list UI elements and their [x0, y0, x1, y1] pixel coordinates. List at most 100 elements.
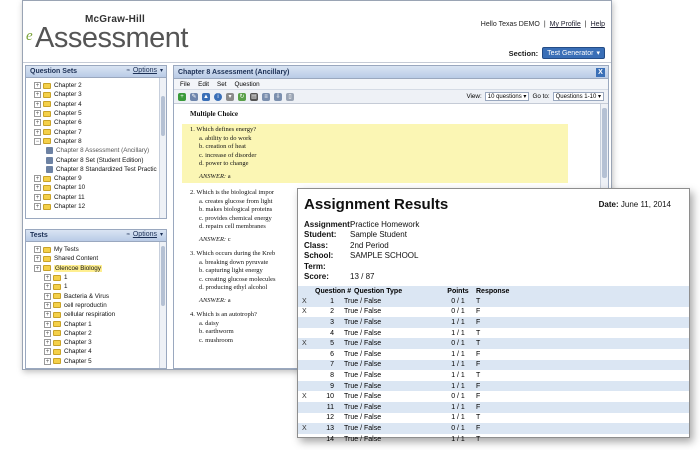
question-item[interactable]: 1. Which defines energy? a. ability to do… — [182, 124, 568, 183]
tree-item[interactable]: + Chapter 9 — [28, 174, 166, 183]
close-button[interactable]: X — [596, 68, 605, 77]
expand-icon[interactable]: + — [34, 175, 41, 183]
expand-icon[interactable]: + — [44, 301, 51, 309]
my-profile-link[interactable]: My Profile — [550, 21, 581, 28]
edit-icon[interactable]: ✎ — [190, 92, 198, 101]
question-number: 11 — [326, 403, 334, 411]
expand-icon[interactable]: + — [34, 82, 41, 90]
tree-item[interactable]: − Chapter 8 — [28, 137, 166, 146]
tree-item[interactable]: + Chapter 2 — [28, 329, 166, 338]
add-icon[interactable]: + — [178, 92, 186, 101]
view-label: View: — [466, 93, 482, 100]
expand-icon[interactable]: + — [44, 357, 51, 365]
expand-icon[interactable]: + — [44, 320, 51, 328]
tree-item[interactable]: + Chapter 12 — [28, 202, 166, 211]
tree-item[interactable]: + cell reproductin — [28, 301, 166, 310]
tree-item[interactable]: +1 — [28, 273, 166, 282]
refresh-icon[interactable]: ↻ — [238, 92, 246, 101]
expand-icon[interactable]: + — [34, 128, 41, 136]
user-greeting: Hello Texas DEMO — [480, 21, 540, 28]
tree-item[interactable]: Chapter 8 Set (Student Edition) — [28, 155, 166, 164]
expand-icon[interactable]: + — [44, 292, 51, 300]
chevron-down-icon[interactable]: ▾ — [160, 231, 163, 238]
expand-icon[interactable]: + — [44, 274, 51, 282]
tree-item[interactable]: + Chapter 11 — [28, 193, 166, 202]
expand-icon[interactable]: + — [34, 184, 41, 192]
goto-label: Go to: — [532, 93, 550, 100]
view-value: 10 questions — [487, 94, 522, 100]
tree-item[interactable]: + Chapter 4 — [28, 100, 166, 109]
menu-question[interactable]: Question — [234, 81, 259, 88]
table-row: X 5 True / False 0 / 1 T — [298, 338, 689, 349]
expand-icon[interactable]: + — [34, 264, 41, 272]
list-icon[interactable]: ≡ — [262, 92, 270, 101]
expand-icon[interactable]: + — [34, 203, 41, 210]
help-link[interactable]: Help — [591, 21, 605, 28]
export-icon[interactable]: ⇩ — [274, 92, 282, 101]
question-sets-tree: + Chapter 2 + Chapter 3 + Chapter 4 + Chapter 5… — [26, 78, 166, 211]
print-icon[interactable]: ▤ — [250, 92, 258, 101]
tests-options-link[interactable]: Options — [133, 231, 157, 238]
tree-item[interactable]: +1 — [28, 282, 166, 291]
info-icon[interactable]: i — [214, 92, 222, 101]
tree-item[interactable]: + Chapter 2 — [28, 81, 166, 90]
document-icon[interactable]: ▯ — [286, 92, 294, 101]
table-row: X 13 True / False 0 / 1 F — [298, 423, 689, 434]
dropdown-icon[interactable]: ▾ — [226, 92, 234, 101]
tree-item[interactable]: + Chapter 5 — [28, 109, 166, 118]
tree-item[interactable]: + Chapter 6 — [28, 118, 166, 127]
expand-icon[interactable]: + — [44, 283, 51, 291]
expand-icon[interactable]: + — [34, 193, 41, 201]
expand-icon[interactable]: + — [44, 329, 51, 337]
tree-item[interactable]: + Chapter 1 — [28, 319, 166, 328]
tree-item[interactable]: + Chapter 3 — [28, 338, 166, 347]
tree-item[interactable]: Chapter 8 Standardized Test Practic — [28, 165, 166, 174]
collapse-icon[interactable]: − — [34, 137, 41, 145]
response: T — [476, 414, 481, 422]
expand-icon[interactable]: + — [44, 311, 51, 319]
tree-item[interactable]: + Chapter 10 — [28, 183, 166, 192]
scrollbar-thumb[interactable] — [161, 246, 165, 306]
tree-item[interactable]: + Glencoe Biology — [28, 264, 166, 273]
menu-file[interactable]: File — [180, 81, 190, 88]
expand-icon[interactable]: + — [34, 119, 41, 127]
expand-icon[interactable]: + — [44, 348, 51, 356]
tree-item[interactable]: + Chapter 3 — [28, 90, 166, 99]
goto-select[interactable]: Questions 1-10 ▾ — [552, 92, 604, 101]
expand-icon[interactable]: + — [34, 110, 41, 118]
tree-item[interactable]: + My Tests — [28, 245, 166, 254]
menu-set[interactable]: Set — [217, 81, 226, 88]
response: F — [476, 318, 481, 326]
collapse-icon[interactable]: ≈ — [127, 68, 130, 74]
section-dropdown[interactable]: Test Generator ▾ — [542, 47, 605, 59]
collapse-icon[interactable]: ≈ — [127, 232, 130, 238]
question-number: 1 — [330, 297, 334, 305]
expand-icon[interactable]: + — [44, 339, 51, 347]
tree-item[interactable]: Chapter 8 Assessment (Ancillary) — [28, 146, 166, 155]
tree-item[interactable]: + Chapter 7 — [28, 127, 166, 136]
expand-icon[interactable]: + — [34, 91, 41, 99]
tree-item[interactable]: + cellular respiration — [28, 310, 166, 319]
up-icon[interactable]: ▲ — [202, 92, 210, 101]
expand-icon[interactable]: + — [34, 246, 41, 254]
tree-item[interactable]: + Chapter 5 — [28, 357, 166, 366]
scrollbar-thumb[interactable] — [161, 96, 165, 136]
tree-item[interactable]: + Shared Content — [28, 254, 166, 263]
question-sets-options-link[interactable]: Options — [133, 67, 157, 74]
expand-icon[interactable]: + — [34, 100, 41, 108]
tree-item-label: Chapter 8 Set (Student Edition) — [56, 156, 144, 164]
question-type: True / False — [344, 329, 382, 337]
section-heading: Multiple Choice — [190, 110, 239, 118]
tests-tree: + My Tests + Shared Content + Glencoe Biology… — [26, 242, 166, 366]
meta-value: Practice Homework — [350, 220, 420, 229]
chevron-down-icon[interactable]: ▾ — [160, 67, 163, 74]
tree-item[interactable]: + Bacteria & Virus — [28, 291, 166, 300]
tests-scrollbar[interactable] — [159, 242, 166, 368]
expand-icon[interactable]: + — [34, 255, 41, 263]
menu-edit[interactable]: Edit — [198, 81, 209, 88]
question-sets-scrollbar[interactable] — [159, 78, 166, 218]
tree-item[interactable]: + Chapter 4 — [28, 347, 166, 356]
tree-item-label: Chapter 4 — [64, 348, 92, 356]
view-select[interactable]: 10 questions ▾ — [484, 92, 530, 101]
scrollbar-thumb[interactable] — [602, 108, 607, 178]
